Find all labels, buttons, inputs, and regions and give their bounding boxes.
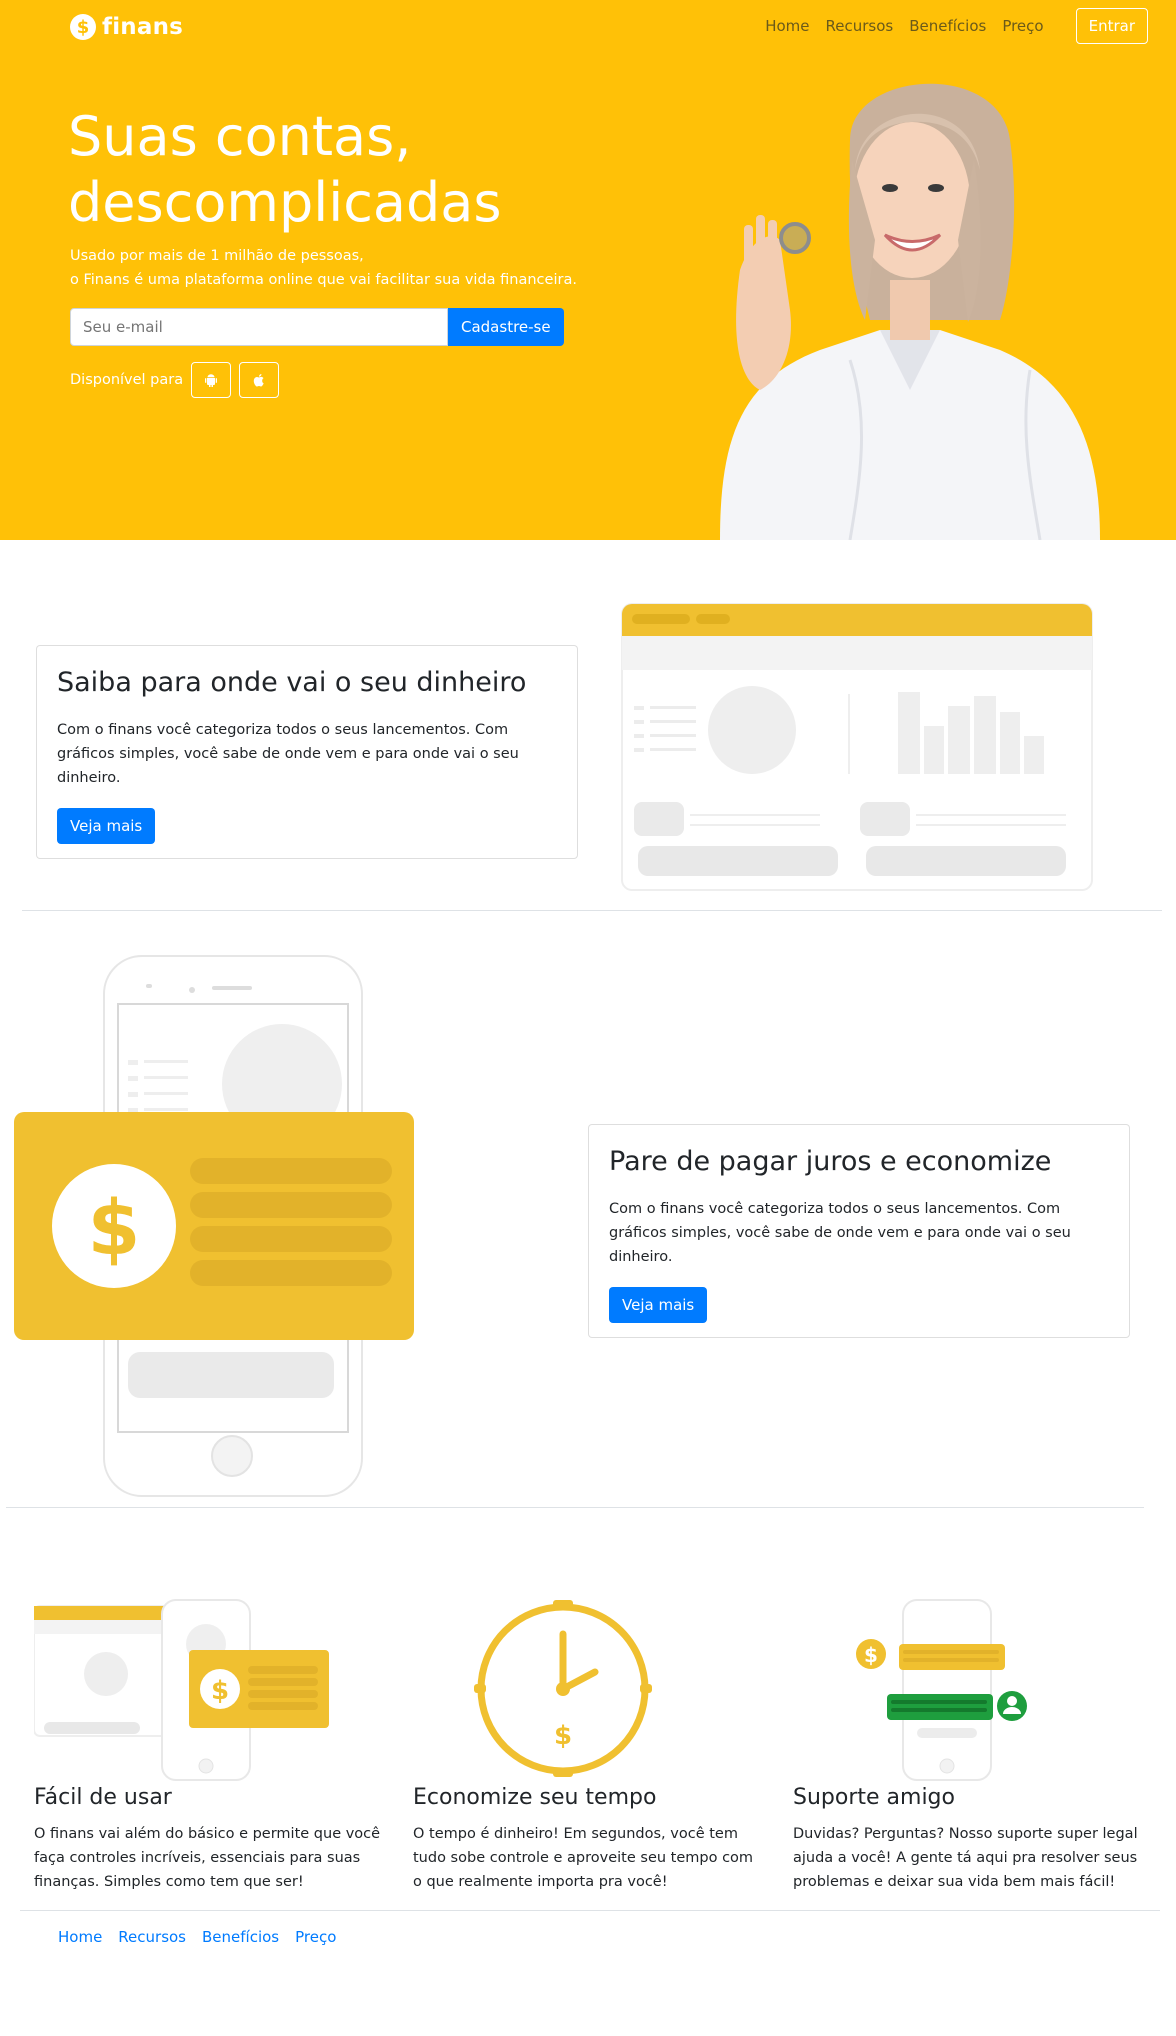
clock-illustration: $ [474,1600,652,1777]
footer-nav: Home Recursos Benefícios Preço [58,1928,336,1946]
footer-link-beneficios[interactable]: Benefícios [202,1928,279,1946]
benefit-text: O tempo é dinheiro! Em segundos, você te… [413,1826,754,1890]
svg-text:$: $ [211,1676,229,1706]
easy-to-use-illustration: $ [34,1599,329,1781]
dollar-coin-icon: $ [70,14,96,40]
hero-title: Suas contas, descomplicadas [68,105,502,234]
nav-link-preco[interactable]: Preço [1002,17,1043,35]
feature-card-money: Saiba para onde vai o seu dinheiro Com o… [36,645,578,859]
svg-text:$: $ [554,1721,572,1751]
available-platforms: Disponível para [70,362,280,398]
available-label: Disponível para [70,372,184,388]
see-more-button[interactable]: Veja mais [609,1287,708,1323]
nav-link-recursos[interactable]: Recursos [825,17,893,35]
signup-button[interactable]: Cadastre-se [448,308,564,346]
feature-title: Saiba para onde vai o seu dinheiro [57,667,527,698]
feature-text: Com o finans você categoriza todos o seu… [609,1201,1071,1265]
nav-link-home[interactable]: Home [765,17,809,35]
footer-link-preco[interactable]: Preço [295,1928,336,1946]
top-nav: Home Recursos Benefícios Preço Entrar [765,0,1176,52]
benefit-friendly-support: Suporte amigo Duvidas? Perguntas? Nosso … [793,1784,1143,1894]
support-chat-illustration: $ [856,1599,1027,1781]
footer-link-home[interactable]: Home [58,1928,102,1946]
apple-icon[interactable] [239,362,280,398]
brand-logo[interactable]: $ finans [70,14,183,40]
benefit-title: Suporte amigo [793,1785,955,1810]
hero-subtitle-line-2: o Finans é uma plataforma online que vai… [70,272,577,288]
android-icon[interactable] [191,362,232,398]
benefit-easy-to-use: Fácil de usar O finans vai além do básic… [34,1784,384,1894]
signup-form: Cadastre-se [70,308,564,346]
footer-link-recursos[interactable]: Recursos [118,1928,186,1946]
benefit-text: Duvidas? Perguntas? Nosso suporte super … [793,1826,1138,1890]
benefit-title: Economize seu tempo [413,1785,657,1810]
dashboard-illustration [621,603,1093,891]
section-divider [6,1507,1144,1508]
feature-title: Pare de pagar juros e economize [609,1146,1052,1177]
benefit-title: Fácil de usar [34,1785,172,1810]
feature-card-interest: Pare de pagar juros e economize Com o fi… [588,1124,1130,1338]
hero-subtitle: Usado por mais de 1 milhão de pessoas, o… [70,244,690,292]
benefit-save-time: Economize seu tempo O tempo é dinheiro! … [413,1784,763,1894]
email-input[interactable] [70,308,448,346]
see-more-button[interactable]: Veja mais [57,808,156,844]
section-divider [22,910,1162,911]
phone-payment-illustration: $ [14,955,414,1497]
svg-text:$: $ [88,1183,141,1272]
login-button[interactable]: Entrar [1075,8,1148,44]
svg-text:$: $ [864,1643,878,1667]
woman-holding-coin-image [720,83,1100,540]
brand-name: finans [102,14,184,40]
nav-link-beneficios[interactable]: Benefícios [909,17,986,35]
benefit-text: O finans vai além do básico e permite qu… [34,1826,381,1890]
hero-section: $ finans Home Recursos Benefícios Preço … [0,0,1176,540]
feature-text: Com o finans você categoriza todos o seu… [57,722,519,786]
footer-divider [20,1910,1160,1911]
hero-subtitle-line-1: Usado por mais de 1 milhão de pessoas, [70,248,364,264]
